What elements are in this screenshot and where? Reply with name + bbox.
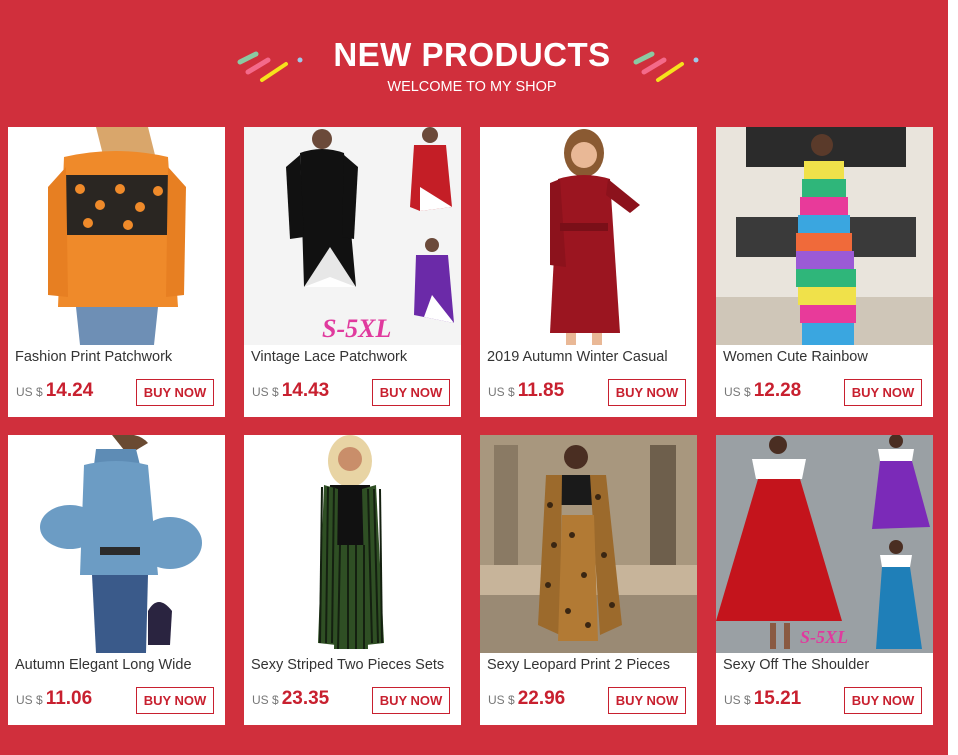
- product-title[interactable]: Sexy Striped Two Pieces Sets: [251, 657, 459, 673]
- product-card[interactable]: 2019 Autumn Winter Casual US $ 11.85 BUY…: [480, 127, 697, 417]
- product-price: US $ 22.96: [488, 688, 565, 712]
- buy-now-button[interactable]: BUY NOW: [372, 687, 450, 714]
- product-image[interactable]: [716, 127, 933, 345]
- product-card[interactable]: Women Cute Rainbow US $ 12.28 BUY NOW: [716, 127, 933, 417]
- price-currency: US $: [724, 385, 751, 399]
- product-image[interactable]: [480, 127, 697, 345]
- buy-now-button[interactable]: BUY NOW: [136, 379, 214, 406]
- product-title[interactable]: Autumn Elegant Long Wide: [15, 657, 223, 673]
- product-title[interactable]: Sexy Leopard Print 2 Pieces: [487, 657, 695, 673]
- price-amount: 14.43: [281, 380, 330, 401]
- price-currency: US $: [488, 385, 515, 399]
- buy-now-button[interactable]: BUY NOW: [844, 379, 922, 406]
- product-price: US $ 12.28: [724, 380, 801, 404]
- product-price: US $ 11.06: [16, 688, 92, 712]
- product-card[interactable]: Sexy Leopard Print 2 Pieces US $ 22.96 B…: [480, 435, 697, 725]
- product-image[interactable]: [480, 435, 697, 653]
- buy-now-button[interactable]: BUY NOW: [372, 379, 450, 406]
- price-currency: US $: [252, 693, 279, 707]
- product-image[interactable]: S-5XL: [716, 435, 933, 653]
- size-badge: S-5XL: [322, 314, 391, 343]
- page-title: NEW PRODUCTS: [333, 36, 611, 73]
- product-title[interactable]: Sexy Off The Shoulder: [723, 657, 931, 673]
- price-amount: 23.35: [281, 688, 330, 709]
- price-amount: 11.85: [517, 380, 565, 401]
- product-image[interactable]: S-5XL: [244, 127, 461, 345]
- page-subtitle: WELCOME TO MY SHOP: [387, 79, 557, 95]
- product-card[interactable]: S-5XL Vintage Lace Patchwork US $ 14.43 …: [244, 127, 461, 417]
- price-amount: 11.06: [45, 688, 93, 709]
- product-price: US $ 23.35: [252, 688, 329, 712]
- price-currency: US $: [488, 693, 515, 707]
- product-price: US $ 14.43: [252, 380, 329, 404]
- product-title[interactable]: 2019 Autumn Winter Casual: [487, 349, 695, 365]
- buy-now-button[interactable]: BUY NOW: [608, 379, 686, 406]
- price-amount: 22.96: [517, 688, 566, 709]
- product-title[interactable]: Vintage Lace Patchwork: [251, 349, 459, 365]
- new-products-section: NEW PRODUCTS WELCOME TO MY SHOP Fashion …: [0, 0, 948, 755]
- product-price: US $ 14.24: [16, 380, 93, 404]
- buy-now-button[interactable]: BUY NOW: [844, 687, 922, 714]
- price-currency: US $: [16, 693, 43, 707]
- size-badge: S-5XL: [800, 627, 848, 647]
- product-image[interactable]: [8, 435, 225, 653]
- product-title[interactable]: Women Cute Rainbow: [723, 349, 931, 365]
- product-card[interactable]: Sexy Striped Two Pieces Sets US $ 23.35 …: [244, 435, 461, 725]
- price-currency: US $: [16, 385, 43, 399]
- buy-now-button[interactable]: BUY NOW: [136, 687, 214, 714]
- price-amount: 14.24: [45, 380, 94, 401]
- product-card[interactable]: Autumn Elegant Long Wide US $ 11.06 BUY …: [8, 435, 225, 725]
- buy-now-button[interactable]: BUY NOW: [608, 687, 686, 714]
- price-currency: US $: [724, 693, 751, 707]
- product-price: US $ 11.85: [488, 380, 564, 404]
- product-price: US $ 15.21: [724, 688, 801, 712]
- product-title[interactable]: Fashion Print Patchwork: [15, 349, 223, 365]
- product-card[interactable]: S-5XL Sexy Off The Shoulder US $ 15.21 B…: [716, 435, 933, 725]
- section-header: NEW PRODUCTS WELCOME TO MY SHOP: [0, 0, 948, 120]
- price-currency: US $: [252, 385, 279, 399]
- product-image[interactable]: [8, 127, 225, 345]
- price-amount: 15.21: [753, 688, 802, 709]
- product-image[interactable]: [244, 435, 461, 653]
- price-amount: 12.28: [753, 380, 802, 401]
- confetti-decoration-icon: [633, 51, 699, 82]
- product-card[interactable]: Fashion Print Patchwork US $ 14.24 BUY N…: [8, 127, 225, 417]
